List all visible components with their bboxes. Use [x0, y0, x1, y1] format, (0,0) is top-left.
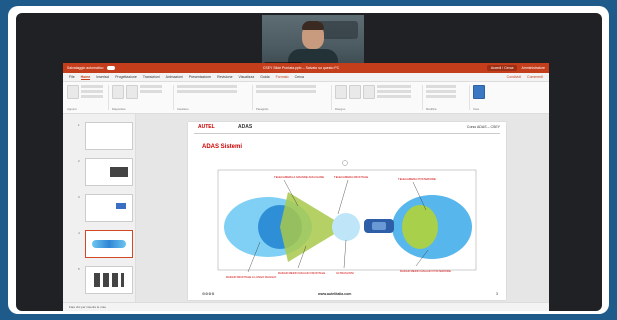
group-drawing: Disegno: [335, 85, 423, 111]
group-label: Carattere: [177, 107, 189, 111]
arrange-button[interactable]: [349, 85, 361, 99]
group-editing: Modifica: [426, 85, 470, 111]
tab-help[interactable]: Guida: [260, 75, 269, 79]
tab-format[interactable]: Formato: [276, 75, 289, 79]
status-bar: Fare clic per inserire le note: [63, 302, 549, 311]
slide-thumb-4[interactable]: 4: [78, 230, 133, 258]
label-radar-short: RADAR MEDIO RAGGIO FRONTALE: [278, 271, 325, 275]
thumb-image: [116, 203, 126, 209]
front-camera-zone: [402, 205, 438, 249]
group-label: Disegno: [335, 107, 346, 111]
tab-insert[interactable]: Inserisci: [96, 75, 109, 79]
dictate-button[interactable]: [473, 85, 485, 99]
label-rear-camera: TELECAMERA POSTERIORE: [398, 177, 436, 181]
footer-icons: ⚙⚙⚙⚙: [202, 292, 215, 296]
quick-styles-button[interactable]: [363, 85, 375, 99]
rotate-handle: [342, 160, 348, 166]
autosave-label: Salvataggio automatico: [67, 66, 104, 70]
slide-thumb-5[interactable]: 5: [78, 266, 133, 294]
reuse-slide-button[interactable]: [126, 85, 138, 99]
thumb-image: [110, 167, 128, 177]
label-front-camera: TELECAMERA FRONTALE: [334, 175, 368, 179]
comments-button[interactable]: Commenti: [527, 75, 543, 79]
ultrasonic-zone: [332, 213, 360, 241]
leader-line: [337, 179, 349, 215]
tab-view[interactable]: Visualizza: [239, 75, 255, 79]
tab-home[interactable]: Home: [80, 75, 91, 80]
adas-diagram[interactable]: TELECAMERA A GRANDE ANGOLARE TELECAMERA …: [188, 122, 506, 300]
powerpoint-window: Salvataggio automatico CSEY Slide Puntat…: [63, 63, 549, 311]
user-name[interactable]: Amministratore: [521, 66, 545, 70]
group-font: Carattere: [177, 85, 253, 111]
share-button[interactable]: Condividi: [507, 75, 521, 79]
wall-map: [318, 21, 358, 39]
group-clipboard: Appunti: [67, 85, 109, 111]
slide-thumb-1[interactable]: 1: [78, 122, 133, 150]
new-slide-button[interactable]: [112, 85, 124, 99]
notes-placeholder[interactable]: Fare clic per inserire le note: [69, 305, 106, 309]
tab-transitions[interactable]: Transizioni: [143, 75, 160, 79]
group-slides: Diapositive: [112, 85, 174, 111]
group-label: Diapositive: [112, 107, 126, 111]
search-box[interactable]: Accedi / Cerca: [486, 65, 518, 71]
slide-thumbnails: 1 2 3 4 5: [63, 114, 136, 303]
shapes-button[interactable]: [335, 85, 347, 99]
label-ultrasonic: ULTRASUONI: [336, 271, 354, 275]
label-wide-camera: TELECAMERA A GRANDE ANGOLARE: [274, 175, 324, 179]
current-slide[interactable]: AUTEL ADAS Corso ADAS – CSEY ADAS Sistem…: [188, 122, 506, 300]
participant-hair: [302, 21, 324, 30]
slide-thumb-3[interactable]: 3: [78, 194, 133, 222]
footer-url: www.autelitalia.com: [318, 292, 352, 296]
tab-slideshow[interactable]: Presentazione: [189, 75, 211, 79]
document-title: CSEY Slide Puntata.pptx – Salvato su que…: [262, 66, 340, 70]
group-label: Paragrafo: [256, 107, 269, 111]
ribbon: Appunti Diapositive Carattere Paragrafo …: [63, 82, 549, 114]
tab-review[interactable]: Revisione: [217, 75, 232, 79]
tab-search[interactable]: Cerca: [295, 75, 304, 79]
group-label: Appunti: [67, 107, 77, 111]
thumb-image: [94, 273, 124, 287]
tab-animations[interactable]: Animazioni: [166, 75, 183, 79]
group-label: Voce: [473, 107, 480, 111]
group-label: Modifica: [426, 107, 437, 111]
autosave-toggle[interactable]: [107, 66, 116, 70]
leader-line: [343, 239, 347, 269]
tab-design[interactable]: Progettazione: [115, 75, 137, 79]
paste-button[interactable]: [67, 85, 79, 99]
group-voice: Voce: [473, 85, 498, 111]
group-paragraph: Paragrafo: [256, 85, 332, 111]
slide-editor: AUTEL ADAS Corso ADAS – CSEY ADAS Sistem…: [136, 114, 549, 303]
ribbon-tabs: File Home Inserisci Progettazione Transi…: [63, 73, 549, 82]
slide-thumb-2[interactable]: 2: [78, 158, 133, 186]
label-rear-radar: RADAR MEDIO RAGGIO POSTERIORE: [400, 269, 451, 273]
tab-file[interactable]: File: [69, 75, 75, 79]
thumb-image: [92, 240, 126, 248]
car-window: [372, 222, 386, 230]
page-number: 3: [496, 292, 498, 296]
ppt-titlebar: Salvataggio automatico CSEY Slide Puntat…: [63, 63, 549, 73]
label-front-radar: RADAR FRONTALE A LUNGO RAGGIO: [226, 275, 277, 279]
